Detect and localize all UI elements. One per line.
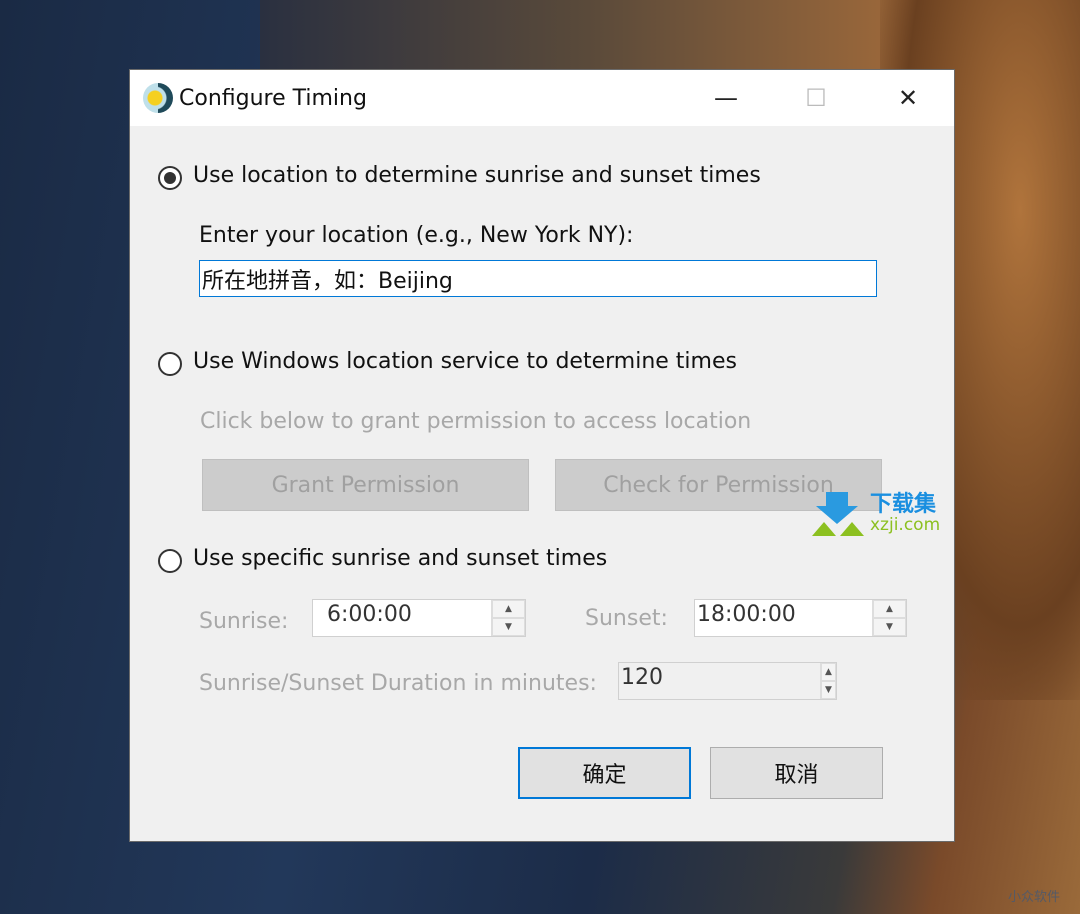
- duration-spinner[interactable]: 120 ▲ ▼: [618, 662, 837, 700]
- duration-label: Sunrise/Sunset Duration in minutes:: [199, 671, 597, 696]
- sunset-value: 18:00:00: [697, 602, 796, 627]
- grant-permission-button[interactable]: Grant Permission: [202, 459, 529, 511]
- minimize-button[interactable]: —: [696, 70, 756, 126]
- sunset-label: Sunset:: [585, 606, 668, 631]
- location-input[interactable]: 所在地拼音，如：Beijing: [199, 260, 877, 297]
- radio-use-location[interactable]: [158, 166, 182, 190]
- radio-use-location-label[interactable]: Use location to determine sunrise and su…: [193, 163, 761, 188]
- site-name: 下载集: [870, 492, 937, 517]
- sunrise-value: 6:00:00: [327, 602, 412, 627]
- sunrise-up-icon[interactable]: ▲: [492, 600, 525, 618]
- site-watermark: 下载集 xzji.com: [812, 492, 940, 536]
- sunset-down-icon[interactable]: ▼: [873, 618, 906, 636]
- configure-timing-dialog: Configure Timing — ☐ ✕ Use location to d…: [129, 69, 955, 842]
- radio-windows-location[interactable]: [158, 352, 182, 376]
- sunset-up-icon[interactable]: ▲: [873, 600, 906, 618]
- corner-watermark: 小众软件: [1008, 890, 1061, 905]
- site-url: xzji.com: [870, 515, 941, 535]
- title-bar: Configure Timing — ☐ ✕: [130, 70, 954, 126]
- radio-specific-times[interactable]: [158, 549, 182, 573]
- close-button[interactable]: ✕: [878, 70, 938, 126]
- app-icon: [143, 83, 173, 113]
- sunset-spinner[interactable]: 18:00:00 ▲ ▼: [694, 599, 907, 637]
- permission-hint: Click below to grant permission to acces…: [200, 409, 752, 434]
- duration-down-icon[interactable]: ▼: [821, 681, 836, 699]
- ok-button[interactable]: 确定: [518, 747, 691, 799]
- radio-windows-location-label[interactable]: Use Windows location service to determin…: [193, 349, 737, 374]
- download-arrow-logo-icon: [812, 492, 864, 536]
- sunrise-label: Sunrise:: [199, 609, 289, 634]
- sunrise-down-icon[interactable]: ▼: [492, 618, 525, 636]
- cancel-button[interactable]: 取消: [710, 747, 883, 799]
- window-title: Configure Timing: [179, 85, 367, 111]
- duration-value: 120: [621, 665, 663, 690]
- duration-up-icon[interactable]: ▲: [821, 663, 836, 681]
- sunrise-spinner[interactable]: 6:00:00 ▲ ▼: [312, 599, 526, 637]
- maximize-button[interactable]: ☐: [786, 70, 846, 126]
- location-prompt: Enter your location (e.g., New York NY):: [199, 223, 634, 248]
- radio-specific-times-label[interactable]: Use specific sunrise and sunset times: [193, 546, 607, 571]
